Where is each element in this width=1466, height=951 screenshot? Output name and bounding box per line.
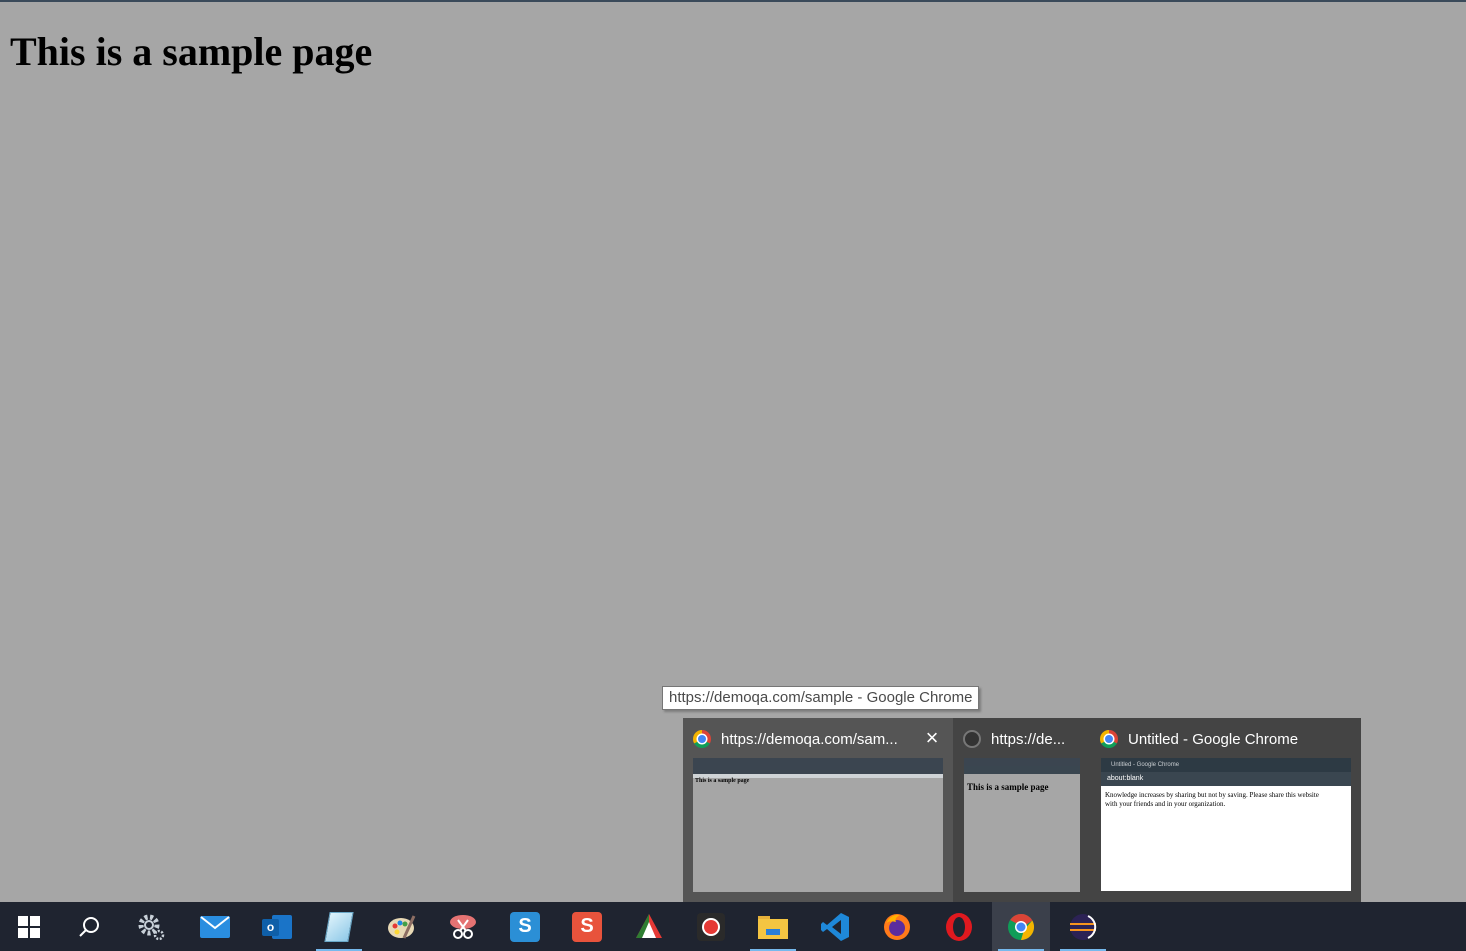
preview-title: Untitled - Google Chrome	[1128, 730, 1299, 748]
file-explorer-icon	[758, 915, 788, 939]
vscode-icon	[821, 912, 849, 941]
thumbnail-tabbar	[964, 758, 1080, 766]
mixed-colors-icon	[636, 913, 662, 938]
screen-recorder-button[interactable]	[682, 902, 740, 951]
preview-title: https://demoqa.com/sam...	[721, 730, 898, 748]
preview-title: https://de...	[991, 730, 1066, 748]
snagit-editor-icon: S	[572, 911, 602, 942]
preview-window-3[interactable]: Untitled - Google Chrome Untitled - Goog…	[1090, 718, 1361, 902]
notepad-icon	[324, 911, 354, 942]
snagit-icon: S	[510, 911, 540, 942]
mail-button[interactable]	[186, 902, 244, 951]
snagit-editor-button[interactable]: S	[558, 902, 616, 951]
settings-gear-icon	[138, 914, 165, 940]
paint-icon	[388, 914, 416, 939]
firefox-button[interactable]	[868, 902, 926, 951]
preview-window-2[interactable]: https://de... This is a sample page	[953, 718, 1090, 902]
thumbnail-address-bar: about:blank	[1101, 772, 1351, 786]
page-heading: This is a sample page	[10, 29, 373, 74]
window-top-border	[0, 0, 1466, 2]
search-button[interactable]	[60, 902, 118, 951]
snipping-tool-button[interactable]	[434, 902, 492, 951]
chrome-taskbar-button[interactable]	[992, 902, 1050, 951]
start-button[interactable]	[0, 902, 58, 951]
firefox-icon	[884, 913, 910, 940]
globe-icon	[963, 730, 981, 748]
eclipse-button[interactable]	[1054, 902, 1112, 951]
thumbnail-toolbar	[964, 766, 1080, 774]
preview-thumbnail[interactable]: Untitled - Google Chrome about:blank Kno…	[1101, 758, 1351, 891]
mixed-app-button[interactable]	[620, 902, 678, 951]
taskbar-preview-popup: https://demoqa.com/sam... × This is a sa…	[683, 718, 1361, 902]
search-icon	[79, 916, 99, 937]
chrome-icon	[1008, 913, 1035, 940]
mail-icon	[200, 915, 230, 938]
preview-thumbnail[interactable]: This is a sample page	[693, 758, 943, 892]
preview-thumbnail[interactable]: This is a sample page	[964, 758, 1080, 892]
outlook-button[interactable]: o	[248, 902, 306, 951]
taskbar-tooltip: https://demoqa.com/sample - Google Chrom…	[662, 686, 980, 710]
thumbnail-window-title: Untitled - Google Chrome	[1101, 758, 1351, 772]
snagit-button[interactable]: S	[496, 902, 554, 951]
thumbnail-heading: This is a sample page	[695, 778, 750, 784]
outlook-icon: o	[262, 912, 292, 942]
thumbnail-body-text: Knowledge increases by sharing but not b…	[1105, 791, 1319, 808]
opera-icon	[946, 912, 972, 941]
windows-start-icon	[18, 915, 40, 938]
taskbar: o S S	[0, 902, 1466, 951]
chrome-icon	[1100, 730, 1118, 748]
thumbnail-tabbar	[693, 758, 943, 774]
screen-recorder-icon	[697, 912, 725, 941]
paint-button[interactable]	[372, 902, 430, 951]
opera-button[interactable]	[930, 902, 988, 951]
notepad-button[interactable]	[310, 902, 368, 951]
eclipse-icon	[1070, 913, 1097, 940]
vscode-button[interactable]	[806, 902, 864, 951]
preview-window-1[interactable]: https://demoqa.com/sam... × This is a sa…	[683, 718, 953, 902]
thumbnail-heading: This is a sample page	[967, 782, 1049, 792]
file-explorer-button[interactable]	[744, 902, 802, 951]
chrome-icon	[693, 730, 711, 748]
close-preview-button[interactable]: ×	[921, 727, 943, 749]
snipping-tool-icon	[450, 914, 476, 939]
settings-button[interactable]	[122, 902, 180, 951]
